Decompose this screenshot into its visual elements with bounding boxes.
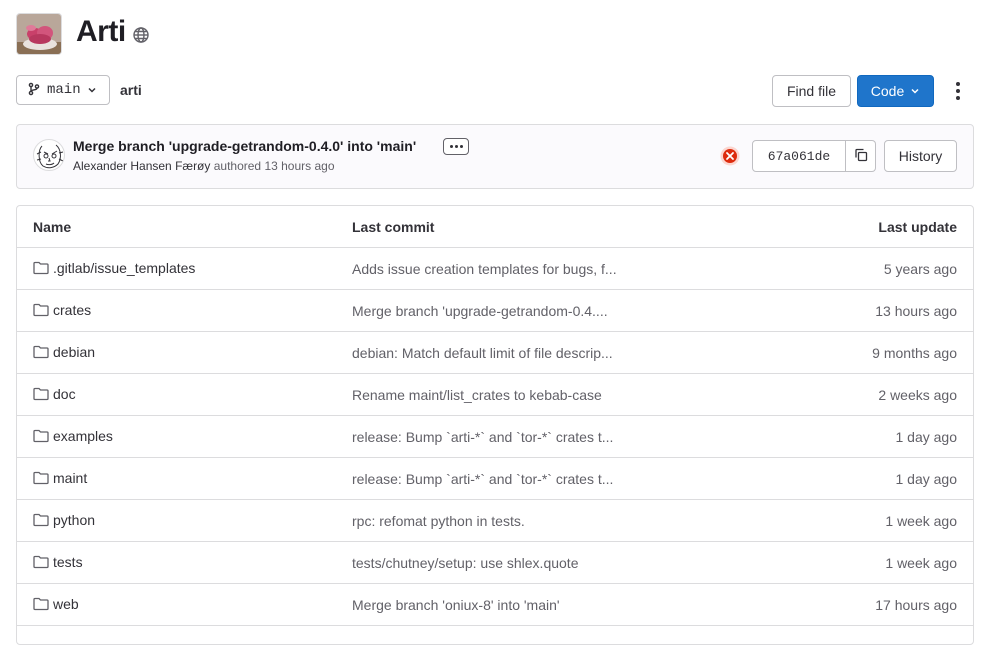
last-update: 17 hours ago — [875, 597, 957, 613]
branch-selector[interactable]: main — [16, 75, 110, 105]
last-update: 1 week ago — [885, 513, 957, 529]
commit-message[interactable]: Adds issue creation templates for bugs, … — [352, 261, 617, 277]
table-header: Name Last commit Last update — [17, 206, 973, 248]
author-avatar[interactable] — [33, 139, 65, 171]
chevron-down-icon — [87, 82, 97, 98]
folder-icon — [33, 471, 49, 485]
file-name[interactable]: debian — [53, 344, 95, 360]
folder-icon — [33, 513, 49, 527]
branch-name: main — [47, 82, 81, 98]
header-last-commit: Last commit — [352, 219, 435, 235]
commit-message[interactable]: debian: Match default limit of file desc… — [352, 345, 613, 361]
project-avatar[interactable] — [16, 13, 62, 55]
project-title: Arti — [76, 15, 126, 48]
find-file-button[interactable]: Find file — [772, 75, 851, 107]
header-last-update: Last update — [878, 219, 957, 235]
commit-author[interactable]: Alexander Hansen Færøy — [73, 159, 210, 173]
copy-sha-button[interactable] — [846, 140, 876, 172]
table-row[interactable]: debian debian: Match default limit of fil… — [17, 332, 973, 374]
commit-message[interactable]: tests/chutney/setup: use shlex.quote — [352, 555, 578, 571]
table-row[interactable]: maint release: Bump `arti-*` and `tor-*` … — [17, 458, 973, 500]
table-row[interactable]: python rpc: refomat python in tests. 1 wee… — [17, 500, 973, 542]
commit-message[interactable]: release: Bump `arti-*` and `tor-*` crate… — [352, 429, 613, 445]
breadcrumb[interactable]: arti — [120, 82, 142, 98]
table-row[interactable]: crates Merge branch 'upgrade-getrandom-0.… — [17, 290, 973, 332]
commit-sha[interactable]: 67a061de — [752, 140, 846, 172]
file-name-cell[interactable]: maint — [33, 470, 87, 486]
history-button[interactable]: History — [884, 140, 957, 172]
file-name[interactable]: examples — [53, 428, 113, 444]
copy-icon — [854, 148, 868, 165]
table-row[interactable]: .gitlab/issue_templates Adds issue creati… — [17, 248, 973, 290]
commit-message[interactable]: Rename maint/list_crates to kebab-case — [352, 387, 602, 403]
commit-title[interactable]: Merge branch 'upgrade-getrandom-0.4.0' i… — [73, 138, 416, 154]
commit-message[interactable]: rpc: refomat python in tests. — [352, 513, 525, 529]
file-name[interactable]: crates — [53, 302, 91, 318]
table-row[interactable]: doc Rename maint/list_crates to kebab-cas… — [17, 374, 973, 416]
last-update: 1 day ago — [895, 429, 958, 445]
file-name-cell[interactable]: crates — [33, 302, 91, 318]
commit-message[interactable]: Merge branch 'upgrade-getrandom-0.4.... — [352, 303, 608, 319]
authored-label: authored — [213, 159, 262, 173]
folder-icon — [33, 555, 49, 569]
toggle-commit-description-button[interactable] — [443, 138, 469, 155]
folder-icon — [33, 429, 49, 443]
commit-time: 13 hours ago — [264, 159, 335, 173]
file-name[interactable]: tests — [53, 554, 83, 570]
commit-message[interactable]: Merge branch 'oniux-8' into 'main' — [352, 597, 560, 613]
table-row[interactable]: tests tests/chutney/setup: use shlex.quot… — [17, 542, 973, 584]
folder-icon — [33, 387, 49, 401]
folder-icon — [33, 303, 49, 317]
folder-icon — [33, 597, 49, 611]
last-update: 1 day ago — [895, 471, 958, 487]
file-name-cell[interactable]: debian — [33, 344, 95, 360]
file-name-cell[interactable]: python — [33, 512, 95, 528]
file-name[interactable]: maint — [53, 470, 87, 486]
last-update: 2 weeks ago — [878, 387, 957, 403]
globe-icon — [132, 26, 150, 44]
code-button[interactable]: Code — [857, 75, 934, 107]
file-name-cell[interactable]: examples — [33, 428, 113, 444]
table-row[interactable]: examples release: Bump `arti-*` and `tor-… — [17, 416, 973, 458]
commit-meta: Alexander Hansen Færøy authored 13 hours… — [73, 159, 335, 173]
pipeline-failed-icon[interactable] — [720, 146, 740, 166]
kebab-icon[interactable] — [946, 75, 970, 107]
file-name-cell[interactable]: web — [33, 596, 79, 612]
file-name-cell[interactable]: .gitlab/issue_templates — [33, 260, 195, 276]
file-name[interactable]: web — [53, 596, 79, 612]
folder-icon — [33, 261, 49, 275]
folder-icon — [33, 345, 49, 359]
code-button-label: Code — [870, 83, 905, 99]
last-update: 1 week ago — [885, 555, 957, 571]
commit-sha-group: 67a061de — [752, 140, 876, 172]
branch-icon — [27, 82, 41, 99]
file-name[interactable]: doc — [53, 386, 76, 402]
last-update: 5 years ago — [883, 261, 957, 277]
file-name[interactable]: .gitlab/issue_templates — [53, 260, 195, 276]
file-name-cell[interactable]: doc — [33, 386, 76, 402]
table-row[interactable]: web Merge branch 'oniux-8' into 'main' 17 … — [17, 584, 973, 626]
header-name: Name — [33, 219, 72, 235]
commit-message[interactable]: release: Bump `arti-*` and `tor-*` crate… — [352, 471, 613, 487]
chevron-down-icon — [910, 83, 920, 99]
file-table: Name Last commit Last update .gitlab/iss… — [16, 205, 974, 645]
last-update: 13 hours ago — [875, 303, 957, 319]
last-update: 9 months ago — [872, 345, 957, 361]
file-name[interactable]: python — [53, 512, 95, 528]
file-name-cell[interactable]: tests — [33, 554, 83, 570]
